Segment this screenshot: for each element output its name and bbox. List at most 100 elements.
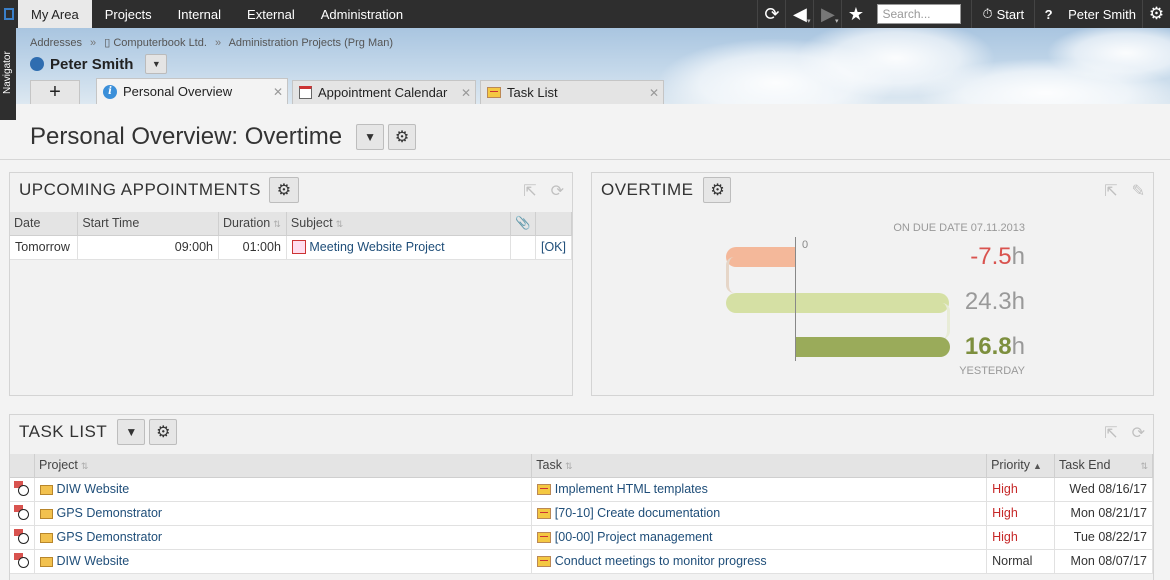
overtime-bar-negative: [726, 247, 796, 267]
start-timer-button[interactable]: ⏱ Start: [971, 0, 1034, 28]
task-list-options-dropdown[interactable]: ▼: [117, 419, 146, 445]
paperclip-icon: 📎: [515, 215, 531, 230]
panel-header: UPCOMING APPOINTMENTS ⚙: [19, 177, 299, 203]
project-link[interactable]: DIW Website: [56, 482, 129, 496]
task-icon: [537, 484, 552, 496]
close-icon[interactable]: ✕: [649, 86, 659, 100]
task-link[interactable]: [00-00] Project management: [555, 530, 713, 544]
gear-icon: ⚙: [710, 182, 725, 199]
chevron-down-icon: ▼: [364, 130, 377, 144]
project-link[interactable]: DIW Website: [56, 554, 129, 568]
nav-tab-internal[interactable]: Internal: [165, 0, 234, 28]
page-title: Personal Overview: Overtime: [30, 123, 343, 150]
task-link[interactable]: Implement HTML templates: [555, 482, 708, 496]
task-link[interactable]: Conduct meetings to monitor progress: [555, 554, 767, 568]
gear-icon: ⚙: [156, 424, 171, 441]
page-options-dropdown[interactable]: ▼: [356, 124, 385, 150]
back-history-dropdown-icon[interactable]: ▾: [807, 17, 811, 25]
column-header-date[interactable]: Date: [10, 212, 79, 236]
top-navigation-bar: My Area Projects Internal External Admin…: [0, 0, 1170, 28]
cell-status: [OK]: [535, 235, 573, 260]
panel-settings-button[interactable]: ⚙: [268, 177, 299, 203]
breadcrumb-item[interactable]: Administration Projects (Prg Man): [229, 37, 393, 49]
table-row[interactable]: GPS Demonstrator [70-10] Create document…: [10, 501, 1153, 526]
help-button[interactable]: ?: [1034, 0, 1062, 28]
back-button[interactable]: ◀ ▾: [785, 0, 813, 28]
star-icon: ★: [847, 3, 865, 24]
sort-icon: ⇅: [80, 461, 89, 472]
cell-project: GPS Demonstrator: [34, 501, 533, 526]
refresh-icon[interactable]: ⟳: [1132, 423, 1145, 443]
cell-task-end: Tue 08/22/17: [1054, 525, 1153, 550]
tab-task-list[interactable]: Task List ✕: [480, 80, 664, 104]
open-external-icon[interactable]: ⇱: [1104, 181, 1117, 201]
refresh-icon[interactable]: ⟳: [551, 181, 564, 201]
open-external-icon[interactable]: ⇱: [1104, 423, 1117, 443]
cell-status: [10, 525, 35, 550]
column-header-task[interactable]: Task ⇅: [531, 454, 988, 478]
page-settings-button[interactable]: ⚙: [388, 124, 417, 150]
breadcrumb-item[interactable]: Addresses: [30, 37, 82, 49]
column-header-duration[interactable]: Duration ⇅: [218, 212, 287, 236]
forward-history-dropdown-icon[interactable]: ▾: [835, 17, 839, 25]
breadcrumb-item[interactable]: Computerbook Ltd.: [113, 37, 207, 49]
table-row[interactable]: DIW Website Conduct meetings to monitor …: [10, 549, 1153, 574]
column-label: Task End: [1059, 458, 1111, 473]
settings-button[interactable]: ⚙: [1142, 0, 1170, 28]
calendar-icon: [299, 86, 312, 99]
tab-appointment-calendar[interactable]: Appointment Calendar ✕: [292, 80, 476, 104]
edit-icon[interactable]: ✎: [1132, 181, 1145, 201]
column-header-task-end[interactable]: Task End ⇅: [1054, 454, 1153, 478]
cell-project: DIW Website: [34, 477, 533, 502]
app-logo[interactable]: [0, 0, 18, 28]
table-row[interactable]: DIW Website Implement HTML templates Hig…: [10, 477, 1153, 502]
table-row[interactable]: Tomorrow 09:00h 01:00h Meeting Website P…: [10, 235, 573, 260]
breadcrumb-separator: »: [90, 37, 97, 49]
sort-icon: ⇅: [564, 461, 573, 472]
favorites-button[interactable]: ★: [841, 0, 869, 28]
open-external-icon[interactable]: ⇱: [523, 181, 536, 201]
close-icon[interactable]: ✕: [461, 86, 471, 100]
nav-tab-projects[interactable]: Projects: [92, 0, 165, 28]
project-link[interactable]: GPS Demonstrator: [56, 530, 162, 544]
user-menu[interactable]: Peter Smith: [1062, 0, 1142, 28]
table-row[interactable]: GPS Demonstrator [00-00] Project managem…: [10, 525, 1153, 550]
clock-face: [18, 485, 29, 496]
nav-tab-administration[interactable]: Administration: [308, 0, 416, 28]
nav-tab-external[interactable]: External: [234, 0, 308, 28]
column-header-priority[interactable]: Priority ▲: [986, 454, 1056, 478]
task-list-panel: TASK LIST ▼ ⚙ ⇱ ⟳ Project ⇅ Task ⇅ Priorit…: [9, 414, 1154, 580]
panel-settings-button[interactable]: ⚙: [703, 177, 732, 203]
status-ok-link[interactable]: [OK]: [541, 240, 566, 254]
person-dropdown-button[interactable]: ▼: [145, 54, 168, 74]
project-link[interactable]: GPS Demonstrator: [56, 506, 162, 520]
column-header-attachment[interactable]: 📎: [510, 212, 536, 236]
appointment-link[interactable]: Meeting Website Project: [309, 240, 444, 254]
sort-icon: ⇅: [1140, 461, 1148, 472]
cell-task-end: Wed 08/16/17: [1054, 477, 1153, 502]
close-icon[interactable]: ✕: [273, 85, 283, 99]
overtime-value-due: -7.5h: [970, 243, 1025, 271]
refresh-button[interactable]: ⟳: [757, 0, 785, 28]
arrow-right-icon: ▶: [821, 3, 835, 24]
panel-settings-button[interactable]: ⚙: [149, 419, 178, 445]
forward-button[interactable]: ▶ ▾: [813, 0, 841, 28]
search-input[interactable]: Search...: [877, 4, 962, 24]
add-tab-button[interactable]: +: [30, 80, 80, 104]
column-label: Subject: [290, 216, 333, 231]
column-header-subject[interactable]: Subject ⇅: [286, 212, 512, 236]
column-label: Date: [14, 216, 41, 231]
refresh-icon: ⟳: [764, 3, 780, 24]
tab-personal-overview[interactable]: i Personal Overview ✕: [96, 78, 288, 104]
column-header-start-time[interactable]: Start Time: [77, 212, 219, 236]
overtime-bar-total: [726, 293, 949, 313]
page-title-row: Personal Overview: Overtime ▼ ⚙: [30, 123, 417, 151]
panel-title: TASK LIST: [19, 422, 108, 441]
navigator-side-tab[interactable]: Navigator: [0, 28, 16, 120]
tab-label: Appointment Calendar: [318, 85, 448, 100]
task-link[interactable]: [70-10] Create documentation: [555, 506, 720, 520]
column-header-project[interactable]: Project ⇅: [34, 454, 533, 478]
chevron-down-icon: ▼: [151, 59, 161, 69]
nav-tab-my-area[interactable]: My Area: [18, 0, 92, 28]
